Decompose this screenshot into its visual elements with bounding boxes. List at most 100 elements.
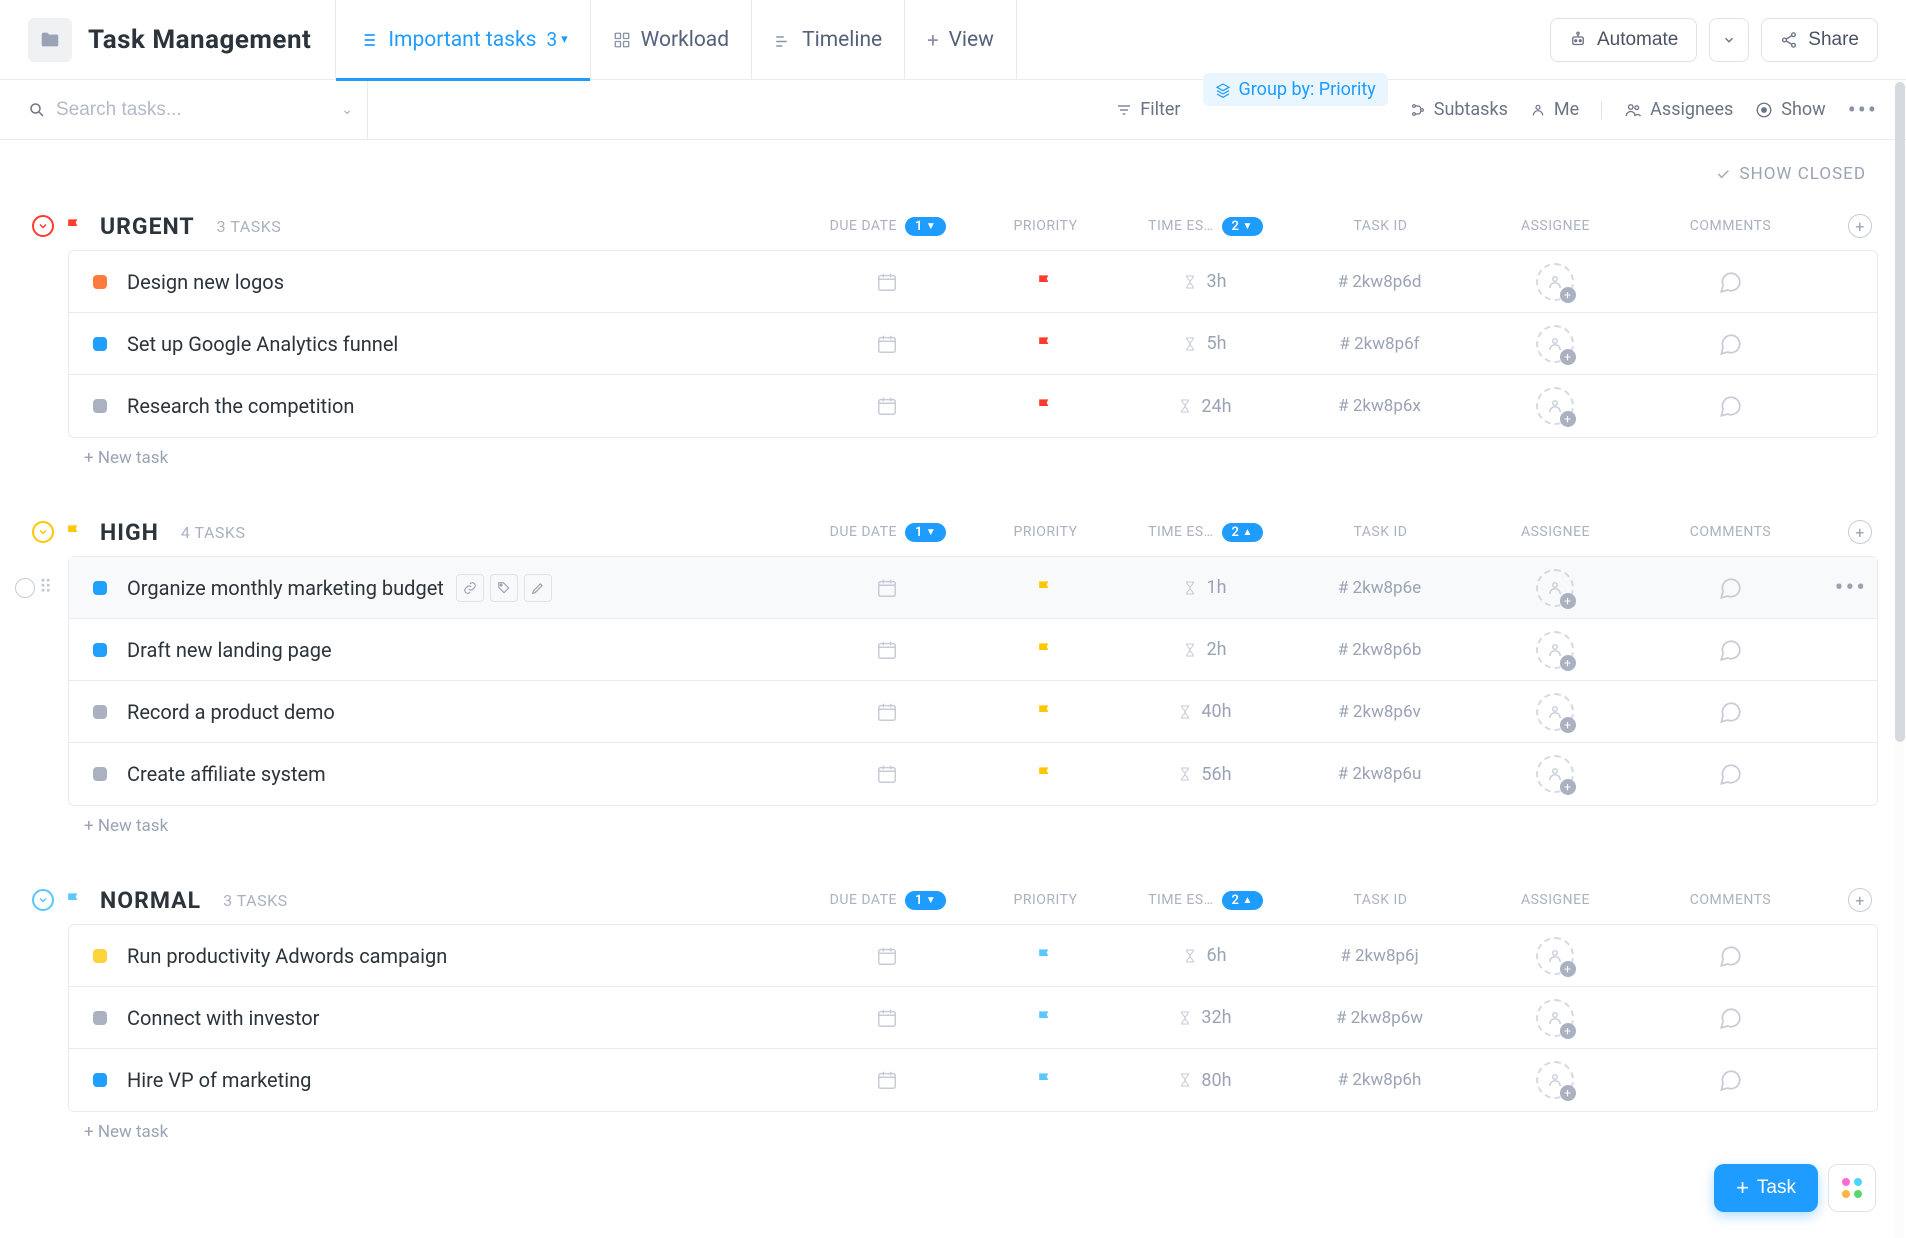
col-time-estimate[interactable]: TIME ES…: [1148, 892, 1213, 908]
col-time-estimate[interactable]: TIME ES…: [1148, 524, 1213, 540]
view-tab-timeline[interactable]: Timeline: [751, 0, 904, 80]
calendar-icon[interactable]: [876, 395, 898, 417]
new-task-button[interactable]: + New task: [84, 448, 1878, 468]
collapse-group-button[interactable]: [32, 215, 54, 237]
comment-icon[interactable]: [1717, 943, 1743, 969]
add-assignee-button[interactable]: +: [1536, 325, 1574, 363]
col-task-id[interactable]: TASK ID: [1293, 888, 1468, 912]
task-row[interactable]: ⠿Record a product demo40h# 2kw8p6v+•••: [69, 681, 1877, 743]
col-assignee[interactable]: ASSIGNEE: [1468, 214, 1643, 238]
calendar-icon[interactable]: [876, 945, 898, 967]
drag-handle-icon[interactable]: ⠿: [39, 584, 52, 592]
flag-icon[interactable]: [1035, 946, 1055, 966]
sort-due-pill[interactable]: 1: [905, 217, 946, 236]
flag-icon[interactable]: [1035, 640, 1055, 660]
task-row[interactable]: ⠿Connect with investor32h# 2kw8p6w+•••: [69, 987, 1877, 1049]
comment-icon[interactable]: [1717, 331, 1743, 357]
add-column-button[interactable]: +: [1848, 888, 1872, 912]
col-comments[interactable]: COMMENTS: [1643, 888, 1818, 912]
task-row[interactable]: ⠿Design new logos3h# 2kw8p6d+•••: [69, 251, 1877, 313]
calendar-icon[interactable]: [876, 271, 898, 293]
add-assignee-button[interactable]: +: [1536, 999, 1574, 1037]
comment-icon[interactable]: [1717, 269, 1743, 295]
view-tab-view[interactable]: +View: [904, 0, 1017, 80]
add-assignee-button[interactable]: +: [1536, 263, 1574, 301]
status-indicator[interactable]: [93, 399, 107, 413]
task-row[interactable]: ⠿Run productivity Adwords campaign6h# 2k…: [69, 925, 1877, 987]
create-task-button[interactable]: + Task: [1714, 1164, 1818, 1212]
status-indicator[interactable]: [93, 1073, 107, 1087]
add-column-button[interactable]: +: [1848, 520, 1872, 544]
calendar-icon[interactable]: [876, 639, 898, 661]
status-indicator[interactable]: [93, 949, 107, 963]
assignees-button[interactable]: Assignees: [1624, 99, 1733, 120]
filter-button[interactable]: Filter: [1116, 99, 1180, 120]
toolbar-more-icon[interactable]: •••: [1848, 98, 1878, 122]
flag-icon[interactable]: [1035, 334, 1055, 354]
collapse-group-button[interactable]: [32, 521, 54, 543]
view-tab-workload[interactable]: Workload: [590, 0, 751, 80]
task-row[interactable]: ⠿Research the competition24h# 2kw8p6x+••…: [69, 375, 1877, 437]
col-due-date[interactable]: DUE DATE: [830, 218, 897, 234]
status-indicator[interactable]: [93, 705, 107, 719]
flag-icon[interactable]: [1035, 764, 1055, 784]
show-closed-button[interactable]: SHOW CLOSED: [1715, 164, 1866, 184]
select-task-circle[interactable]: [15, 578, 35, 598]
comment-icon[interactable]: [1717, 1067, 1743, 1093]
new-task-button[interactable]: + New task: [84, 816, 1878, 836]
add-assignee-button[interactable]: +: [1536, 569, 1574, 607]
sort-time-pill[interactable]: 2: [1222, 891, 1263, 910]
flag-icon[interactable]: [1035, 702, 1055, 722]
col-due-date[interactable]: DUE DATE: [830, 892, 897, 908]
task-row[interactable]: ⠿Draft new landing page2h# 2kw8p6b+•••: [69, 619, 1877, 681]
show-button[interactable]: Show: [1755, 99, 1825, 120]
comment-icon[interactable]: [1717, 1005, 1743, 1031]
col-priority[interactable]: PRIORITY: [973, 520, 1118, 544]
automate-button[interactable]: Automate: [1550, 18, 1697, 62]
status-indicator[interactable]: [93, 275, 107, 289]
flag-icon[interactable]: [1035, 272, 1055, 292]
col-assignee[interactable]: ASSIGNEE: [1468, 520, 1643, 544]
new-task-button[interactable]: + New task: [84, 1122, 1878, 1142]
scrollbar-thumb[interactable]: [1895, 82, 1905, 742]
status-indicator[interactable]: [93, 1011, 107, 1025]
add-assignee-button[interactable]: +: [1536, 755, 1574, 793]
col-priority[interactable]: PRIORITY: [973, 888, 1118, 912]
add-assignee-button[interactable]: +: [1536, 631, 1574, 669]
status-indicator[interactable]: [93, 643, 107, 657]
share-button[interactable]: Share: [1761, 18, 1878, 62]
calendar-icon[interactable]: [876, 1007, 898, 1029]
col-time-estimate[interactable]: TIME ES…: [1148, 218, 1213, 234]
me-button[interactable]: Me: [1530, 99, 1579, 120]
calendar-icon[interactable]: [876, 763, 898, 785]
col-task-id[interactable]: TASK ID: [1293, 214, 1468, 238]
search-dropdown[interactable]: ⌄: [341, 102, 367, 118]
status-indicator[interactable]: [93, 337, 107, 351]
add-assignee-button[interactable]: +: [1536, 387, 1574, 425]
add-assignee-button[interactable]: +: [1536, 1061, 1574, 1099]
comment-icon[interactable]: [1717, 637, 1743, 663]
search-input[interactable]: [56, 99, 331, 121]
flag-icon[interactable]: [1035, 396, 1055, 416]
flag-icon[interactable]: [1035, 1008, 1055, 1028]
col-assignee[interactable]: ASSIGNEE: [1468, 888, 1643, 912]
task-row[interactable]: ⠿Organize monthly marketing budget1h# 2k…: [69, 557, 1877, 619]
sort-due-pill[interactable]: 1: [905, 891, 946, 910]
flag-icon[interactable]: [1035, 578, 1055, 598]
automate-dropdown[interactable]: [1709, 18, 1749, 62]
task-row[interactable]: ⠿Create affiliate system56h# 2kw8p6u+•••: [69, 743, 1877, 805]
task-row[interactable]: ⠿Hire VP of marketing80h# 2kw8p6h+•••: [69, 1049, 1877, 1111]
group-by-button[interactable]: Group by: Priority: [1203, 73, 1388, 106]
view-tab-important-tasks[interactable]: Important tasks3: [335, 0, 589, 80]
calendar-icon[interactable]: [876, 577, 898, 599]
sort-time-pill[interactable]: 2: [1222, 523, 1263, 542]
add-column-button[interactable]: +: [1848, 214, 1872, 238]
tag-button[interactable]: [490, 574, 518, 602]
flag-icon[interactable]: [1035, 1070, 1055, 1090]
flag-icon[interactable]: [64, 216, 84, 236]
comment-icon[interactable]: [1717, 575, 1743, 601]
calendar-icon[interactable]: [876, 701, 898, 723]
col-comments[interactable]: COMMENTS: [1643, 520, 1818, 544]
col-task-id[interactable]: TASK ID: [1293, 520, 1468, 544]
add-assignee-button[interactable]: +: [1536, 937, 1574, 975]
